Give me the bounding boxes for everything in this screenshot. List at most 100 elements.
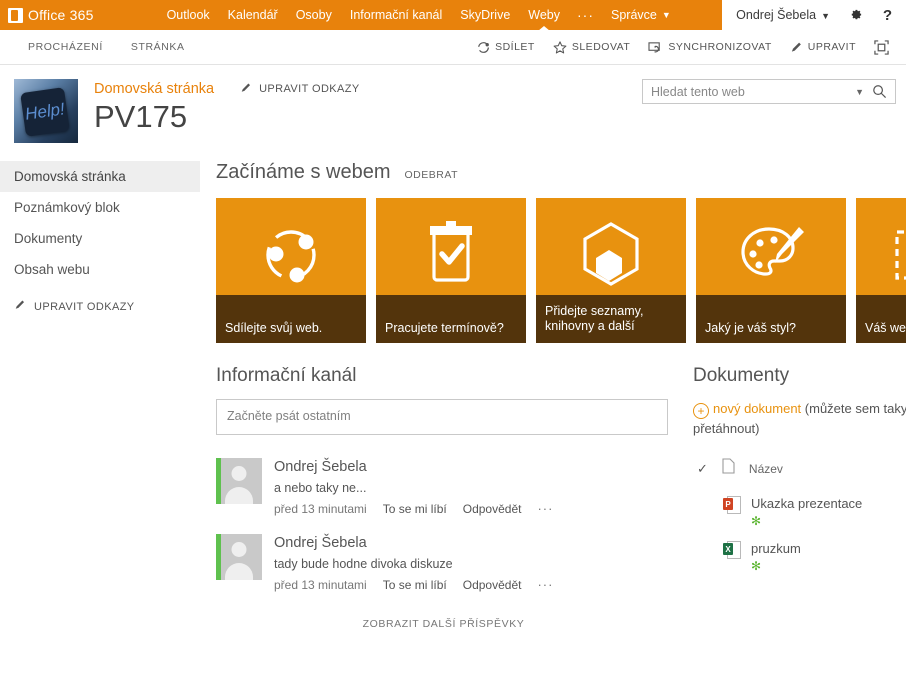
search-icon[interactable]: [870, 84, 895, 99]
star-icon: [553, 40, 567, 54]
sync-button[interactable]: SYNCHRONIZOVAT: [639, 30, 780, 64]
edit-links-header-button[interactable]: UPRAVIT ODKAZY: [240, 82, 360, 97]
post-meta: před 13 minutami To se mi líbí Odpovědět…: [274, 501, 553, 516]
page-content: Začínáme s webem ODEBRAT Sdílejte svůj w…: [200, 151, 906, 630]
site-logo[interactable]: Help!: [14, 79, 78, 143]
avatar-head: [231, 542, 247, 557]
tile-share-your-site[interactable]: Sdílejte svůj web.: [216, 198, 366, 343]
avatar[interactable]: [216, 458, 262, 504]
chevron-down-icon: ▼: [821, 10, 830, 21]
chevron-down-icon: ▼: [661, 10, 671, 20]
ribbon-tab-stranka[interactable]: STRÁNKA: [117, 30, 199, 64]
follow-button[interactable]: SLEDOVAT: [544, 30, 639, 64]
document-row[interactable]: X pruzkum ✻ ···: [693, 534, 906, 579]
document-name[interactable]: pruzkum: [751, 541, 801, 556]
document-name[interactable]: Ukazka prezentace: [751, 496, 862, 511]
share-button[interactable]: SDÍLET: [468, 30, 544, 64]
breadcrumb-home[interactable]: Domovská stránka: [94, 81, 214, 97]
suite-nav-weby[interactable]: Weby: [519, 0, 569, 30]
powerpoint-file-icon: P: [723, 495, 741, 515]
post-timestamp: před 13 minutami: [274, 501, 367, 516]
focus-on-content-button[interactable]: [865, 30, 898, 64]
suite-nav-skydrive[interactable]: SkyDrive: [451, 0, 519, 30]
tile-label: Váš web: [856, 295, 906, 343]
pencil-icon: [790, 41, 803, 54]
post-more-menu[interactable]: ···: [537, 501, 553, 516]
document-row[interactable]: P Ukazka prezentace ✻ ···: [693, 489, 906, 534]
ribbon-tabs: PROCHÁZENÍ STRÁNKA: [0, 30, 199, 64]
ribbon-bar: PROCHÁZENÍ STRÁNKA SDÍLET SLEDOVAT SYNCH…: [0, 30, 906, 65]
plus-icon: +: [693, 403, 709, 419]
avatar-body: [225, 563, 253, 580]
avatar[interactable]: [216, 534, 262, 580]
breadcrumb: Domovská stránka UPRAVIT ODKAZY: [94, 81, 360, 97]
suite-nav-outlook[interactable]: Outlook: [158, 0, 219, 30]
pencil-icon: [240, 82, 252, 97]
newsfeed-title: Informační kanál: [216, 365, 357, 386]
tile-working-on-a-deadline[interactable]: Pracujete termínově?: [376, 198, 526, 343]
suite-nav-overflow[interactable]: ···: [569, 0, 602, 30]
question-mark-icon[interactable]: ?: [881, 7, 896, 24]
check-icon[interactable]: ✓: [697, 461, 708, 477]
site-header: Help! Domovská stránka UPRAVIT ODKAZY PV…: [0, 65, 906, 151]
tile-whats-your-style[interactable]: Jaký je váš styl?: [696, 198, 846, 343]
sidebar-item-domovska-stranka[interactable]: Domovská stránka: [0, 161, 200, 192]
post-timestamp: před 13 minutami: [274, 577, 367, 592]
post-body: Ondrej Šebela a nebo taky ne... před 13 …: [274, 458, 553, 516]
focus-on-content-icon: [874, 39, 889, 55]
post-reply-button[interactable]: Odpovědět: [463, 502, 522, 516]
chevron-down-icon[interactable]: ▼: [849, 87, 870, 97]
search-input[interactable]: [643, 84, 850, 99]
help-key-graphic: Help!: [20, 87, 70, 137]
gear-icon[interactable]: [848, 8, 863, 23]
post-author[interactable]: Ondrej Šebela: [274, 534, 553, 552]
powerpoint-badge: P: [723, 498, 733, 510]
documents-title: Dokumenty: [693, 365, 790, 386]
tile-your-site[interactable]: Váš web: [856, 198, 906, 343]
show-more-posts-link[interactable]: ZOBRAZIT DALŠÍ PŘÍSPĚVKY: [216, 618, 671, 630]
office365-brand[interactable]: Office 365: [0, 7, 94, 23]
sidebar-item-dokumenty[interactable]: Dokumenty: [0, 223, 200, 254]
suite-nav-spravce[interactable]: Správce ▼: [602, 0, 680, 30]
suite-nav-osoby[interactable]: Osoby: [287, 0, 341, 30]
edit-links-sidebar-button[interactable]: UPRAVIT ODKAZY: [0, 285, 200, 314]
post-reply-button[interactable]: Odpovědět: [463, 578, 522, 592]
tile-label: Přidejte seznamy, knihovny a další: [536, 295, 686, 343]
getting-started-remove-button[interactable]: ODEBRAT: [405, 169, 458, 181]
sharepoint-site-page: Office 365 Outlook Kalendář Osoby Inform…: [0, 0, 906, 689]
newsfeed-composer-input[interactable]: [216, 399, 668, 435]
brand-label: Office 365: [28, 7, 94, 23]
page-body: Domovská stránka Poznámkový blok Dokumen…: [0, 151, 906, 630]
post-like-button[interactable]: To se mi líbí: [383, 578, 447, 592]
documents-webpart: Dokumenty + nový dokument (můžete sem tak…: [671, 365, 906, 630]
document-name-cell: Ukazka prezentace ✻: [751, 495, 862, 528]
documents-column-name[interactable]: Název: [749, 462, 783, 476]
feed-post: Ondrej Šebela a nebo taky ne... před 13 …: [216, 458, 671, 516]
getting-started-tiles: Sdílejte svůj web. Pracujete termínově?: [216, 198, 906, 343]
suite-nav: Outlook Kalendář Osoby Informační kanál …: [158, 0, 680, 30]
post-more-menu[interactable]: ···: [537, 577, 553, 592]
edit-button[interactable]: UPRAVIT: [781, 30, 865, 64]
ribbon-tab-prochazeni[interactable]: PROCHÁZENÍ: [14, 30, 117, 64]
edit-links-label: UPRAVIT ODKAZY: [259, 83, 360, 95]
excel-badge: X: [723, 543, 733, 555]
post-text: tady bude hodne divoka diskuze: [274, 557, 453, 571]
sidebar-item-poznamkovy-blok[interactable]: Poznámkový blok: [0, 192, 200, 223]
new-document-link[interactable]: nový dokument: [713, 401, 801, 416]
search-box[interactable]: ▼: [642, 79, 896, 104]
post-like-button[interactable]: To se mi líbí: [383, 502, 447, 516]
user-menu[interactable]: Ondrej Šebela ▼: [736, 8, 830, 22]
new-item-badge: ✻: [751, 514, 762, 528]
suite-nav-kalendar[interactable]: Kalendář: [219, 0, 287, 30]
tile-label: Jaký je váš styl?: [696, 295, 846, 343]
site-logo-text: Help!: [23, 99, 66, 124]
tile-add-lists-libraries[interactable]: Přidejte seznamy, knihovny a další: [536, 198, 686, 343]
share-icon: [477, 41, 490, 54]
post-author[interactable]: Ondrej Šebela: [274, 458, 553, 476]
suite-nav-informacni-kanal[interactable]: Informační kanál: [341, 0, 451, 30]
pencil-icon: [14, 299, 26, 314]
edit-label: UPRAVIT: [807, 41, 856, 53]
post-meta: před 13 minutami To se mi líbí Odpovědět…: [274, 577, 553, 592]
sidebar-item-obsah-webu[interactable]: Obsah webu: [0, 254, 200, 285]
post-text: a nebo taky ne...: [274, 481, 367, 495]
